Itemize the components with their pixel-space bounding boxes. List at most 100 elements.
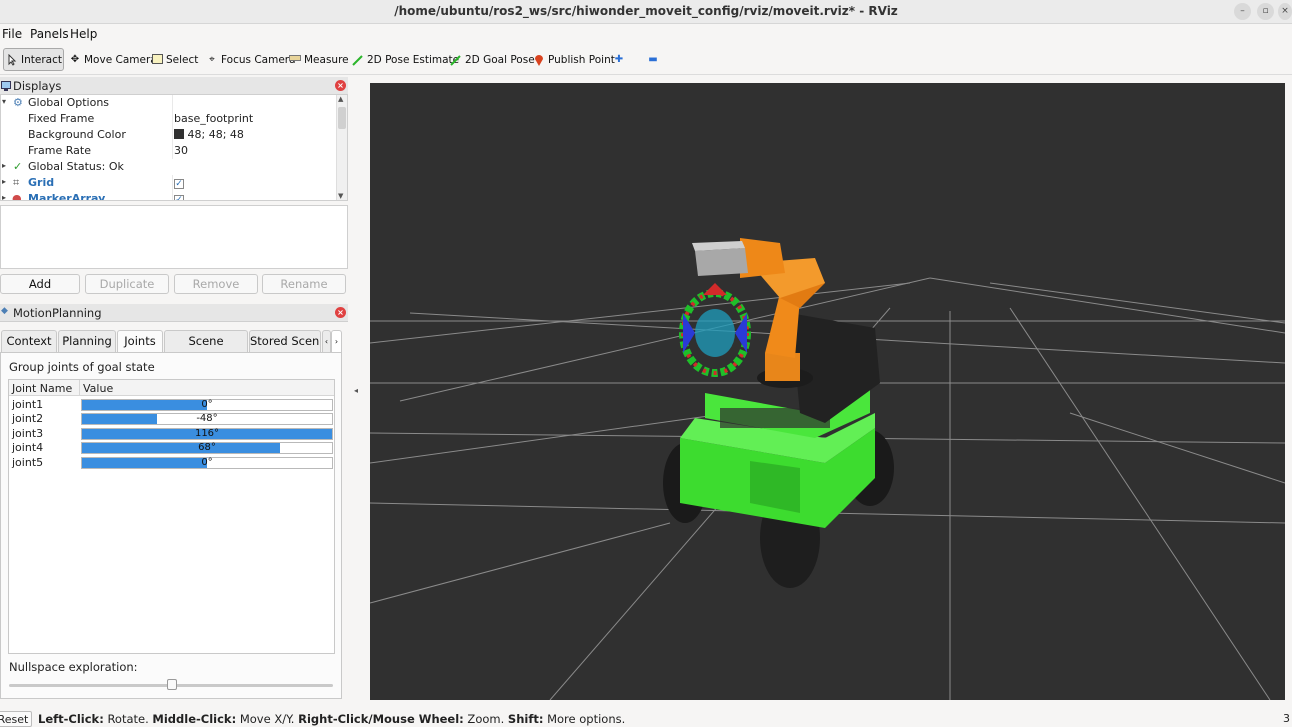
tree-label: Global Options <box>28 96 110 109</box>
scroll-down-icon[interactable]: ▼ <box>338 192 343 200</box>
close-panel-icon[interactable]: × <box>335 80 346 91</box>
ruler-icon <box>289 54 301 66</box>
scene-render <box>370 238 1285 700</box>
select-tool[interactable]: Select <box>148 48 201 71</box>
marker-enabled-checkbox[interactable]: ✓ <box>174 195 184 200</box>
joint-value-text: 116° <box>194 427 220 439</box>
joint-value-slider[interactable]: 68° <box>81 442 333 455</box>
maximize-icon[interactable]: ▫ <box>1257 3 1274 20</box>
pointer-icon <box>7 53 18 66</box>
title-bar: /home/ubuntu/ros2_ws/src/hiwonder_moveit… <box>0 0 1292 24</box>
displays-scrollbar[interactable]: ▲ ▼ <box>336 95 347 200</box>
frame-rate-value[interactable]: 30 <box>174 144 188 157</box>
close-panel-icon[interactable]: × <box>335 307 346 318</box>
background-color-value[interactable]: 48; 48; 48 <box>174 128 244 141</box>
tree-label: Global Status: Ok <box>28 160 124 173</box>
tab-scene-objects[interactable]: Scene Objects <box>164 330 248 369</box>
color-value-text: 48; 48; 48 <box>187 128 244 141</box>
minus-icon: ▬ <box>648 53 658 65</box>
column-joint-name[interactable]: Joint Name <box>12 382 72 395</box>
focus-camera-tool[interactable]: ⌖ Focus Camera <box>203 48 299 71</box>
nullspace-label: Nullspace exploration: <box>9 660 138 674</box>
menu-file[interactable]: File <box>2 27 22 41</box>
hint-key: Right-Click/Mouse Wheel: <box>298 712 464 726</box>
close-window-icon[interactable]: × <box>1278 3 1292 20</box>
tree-row-grid[interactable]: ▸ ⌗ Grid ✓ <box>1 175 337 191</box>
tree-row-global-status[interactable]: ▸ ✓ Global Status: Ok <box>1 159 337 175</box>
hint-text: Rotate. <box>103 712 153 726</box>
measure-label: Measure <box>304 53 349 66</box>
remove-button[interactable]: Remove <box>174 274 258 294</box>
robot-model <box>663 238 894 588</box>
add-button[interactable]: Add <box>0 274 80 294</box>
joint-row[interactable]: joint2 -48° <box>9 412 334 426</box>
add-tool-button[interactable]: ✚ <box>610 48 628 71</box>
map-pin-icon <box>533 54 545 66</box>
move-arrows-icon: ✥ <box>70 53 80 65</box>
joint-value-text: 0° <box>201 399 213 410</box>
scroll-up-icon[interactable]: ▲ <box>338 95 343 103</box>
rename-button[interactable]: Rename <box>262 274 346 294</box>
fixed-frame-value[interactable]: base_footprint <box>174 112 253 125</box>
tree-row-background-color[interactable]: Background Color 48; 48; 48 <box>1 127 337 143</box>
expand-right-icon[interactable]: ▸ <box>2 161 6 170</box>
joint-value-slider[interactable]: 0° <box>81 399 333 411</box>
joint-name: joint1 <box>12 398 44 411</box>
expand-down-icon[interactable]: ▾ <box>2 97 6 106</box>
joint-row[interactable]: joint1 0° <box>9 398 334 412</box>
expand-right-icon[interactable]: ▸ <box>2 177 6 186</box>
remove-tool-button[interactable]: ▬ <box>644 48 662 71</box>
select-box-icon <box>151 53 163 66</box>
tree-row-frame-rate[interactable]: Frame Rate 30 <box>1 143 337 159</box>
goal-pose-tool[interactable]: 2D Goal Pose <box>447 48 538 71</box>
tab-joints[interactable]: Joints <box>117 330 163 353</box>
joint-value-slider[interactable]: 116° <box>81 427 333 440</box>
plugin-icon: ◆ <box>1 306 8 316</box>
3d-viewport[interactable] <box>370 83 1285 700</box>
hint-key: Left-Click: <box>38 712 104 726</box>
tree-label: Grid <box>28 176 55 189</box>
reset-button[interactable]: Reset <box>0 711 32 727</box>
toolbar: Interact ✥ Move Camera Select ⌖ Focus Ca… <box>0 45 1292 75</box>
tree-row-fixed-frame[interactable]: Fixed Frame base_footprint <box>1 111 337 127</box>
gear-icon: ⚙ <box>13 96 23 109</box>
tree-row-global-options[interactable]: ▾ ⚙ Global Options <box>1 95 337 111</box>
grid-enabled-checkbox[interactable]: ✓ <box>174 179 184 189</box>
joint-row[interactable]: joint5 0° <box>9 456 334 470</box>
scroll-thumb[interactable] <box>338 107 346 129</box>
hint-text: More options. <box>543 712 626 726</box>
expand-right-icon[interactable]: ▸ <box>2 193 6 200</box>
collapse-panel-icon[interactable]: ◂ <box>354 386 358 395</box>
menu-panels[interactable]: Panels <box>30 27 69 41</box>
tree-row-marker-array[interactable]: ▸ ● MarkerArray ✓ <box>1 191 337 200</box>
joint-value-slider[interactable]: 0° <box>81 456 333 469</box>
pose-estimate-tool[interactable]: 2D Pose Estimate <box>349 48 462 71</box>
tab-context[interactable]: Context <box>1 330 57 352</box>
monitor-icon <box>1 80 11 91</box>
joint-name: joint2 <box>12 412 44 426</box>
minimize-icon[interactable]: – <box>1234 3 1251 20</box>
interact-tool[interactable]: Interact <box>3 48 64 71</box>
motion-planning-header: ◆ MotionPlanning × <box>0 304 348 322</box>
joint-row[interactable]: joint4 68° <box>9 441 334 455</box>
status-bar: Reset Left-Click: Rotate. Middle-Click: … <box>0 709 1292 727</box>
tab-scroll-right-icon[interactable]: › <box>331 330 342 352</box>
tab-scroll-left-icon[interactable]: ‹ <box>322 330 331 352</box>
checkmark-icon: ✓ <box>13 160 23 173</box>
tab-stored-scenes[interactable]: Stored Scene <box>249 330 321 352</box>
joint-value-slider[interactable]: -48° <box>81 413 333 426</box>
publish-point-tool[interactable]: Publish Point <box>530 48 618 71</box>
hint-key: Middle-Click: <box>152 712 237 726</box>
measure-tool[interactable]: Measure <box>286 48 352 71</box>
move-camera-tool[interactable]: ✥ Move Camera <box>66 48 160 71</box>
motion-planning-title: MotionPlanning <box>13 306 102 320</box>
duplicate-button[interactable]: Duplicate <box>85 274 169 294</box>
hint-text: Move X/Y. <box>236 712 299 726</box>
nullspace-slider-handle[interactable] <box>167 679 177 690</box>
tab-planning[interactable]: Planning <box>58 330 116 352</box>
column-value[interactable]: Value <box>83 382 113 395</box>
interactive-marker[interactable] <box>679 283 751 377</box>
green-goal-arrow-icon <box>450 54 462 66</box>
menu-help[interactable]: Help <box>70 27 97 41</box>
joint-row[interactable]: joint3 116° <box>9 427 334 441</box>
